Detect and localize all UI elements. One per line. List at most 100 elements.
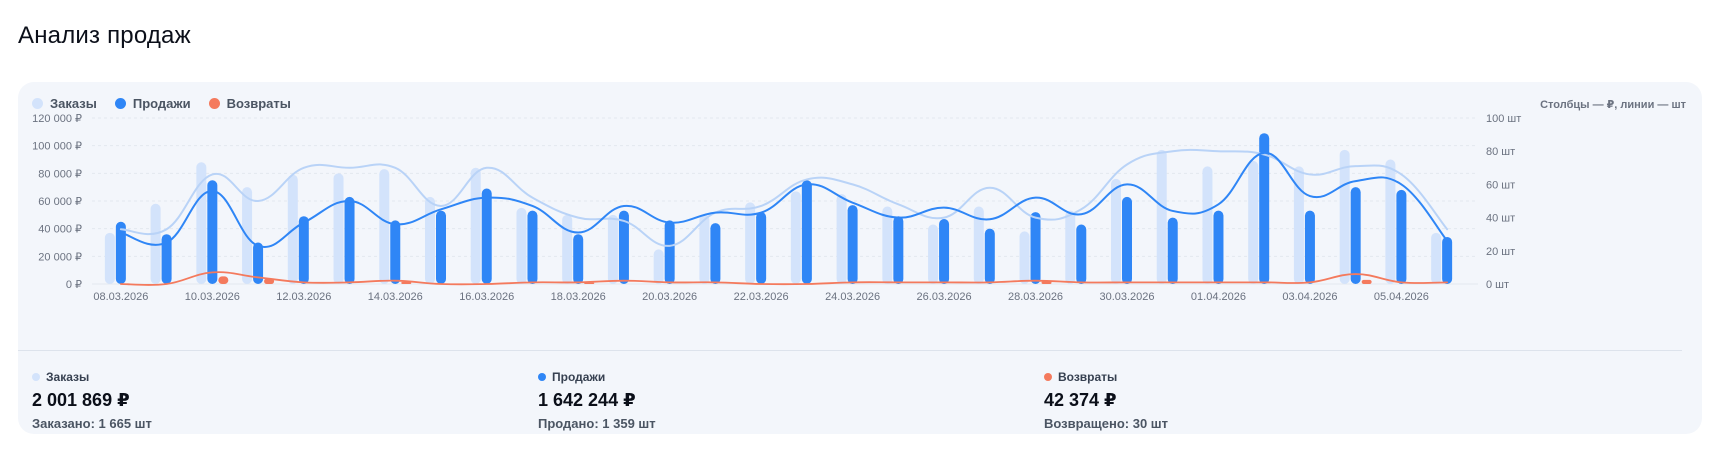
sales-bar: [893, 216, 904, 284]
orders-bar: [790, 191, 801, 284]
page-title: Анализ продаж: [18, 22, 191, 49]
y-left-tick-label: 120 000 ₽: [32, 113, 82, 125]
x-tick-label: 03.04.2026: [1282, 291, 1337, 303]
orders-bar: [1111, 178, 1121, 284]
summary-orders-header: Заказы: [32, 370, 89, 384]
x-tick-label: 22.03.2026: [734, 291, 789, 303]
sales-bar: [344, 196, 355, 284]
y-right-tick-label: 80 шт: [1486, 146, 1515, 158]
summary-returns-value: 42 374 ₽: [1044, 390, 1117, 410]
orders-bar: [470, 167, 481, 284]
orders-bar: [425, 196, 435, 284]
sales-bar: [207, 180, 218, 284]
sales-bar: [847, 205, 858, 284]
summary-sales-value: 1 642 244 ₽: [538, 390, 636, 410]
orders-bar: [562, 214, 573, 284]
summary-orders-count: Заказано: 1 665 шт: [32, 416, 152, 431]
sales-bar: [1122, 196, 1132, 284]
x-tick-label: 16.03.2026: [459, 291, 514, 303]
x-tick-label: 14.03.2026: [368, 291, 423, 303]
sales-dot: [538, 373, 546, 381]
summary-divider: [524, 350, 1050, 351]
summary-returns-label: Возвраты: [1058, 370, 1118, 384]
orders-dot: [32, 373, 40, 381]
orders-bar: [516, 207, 527, 284]
orders-bar: [1156, 149, 1167, 284]
sales-bar: [527, 210, 538, 284]
x-tick-label: 12.03.2026: [276, 291, 331, 303]
orders-bar: [1202, 166, 1213, 284]
summary-sales-header: Продажи: [538, 370, 605, 384]
sales-chart-card: Заказы Продажи Возвраты Столбцы — ₽, лин…: [18, 82, 1702, 434]
returns-dot: [1044, 373, 1052, 381]
sales-bar: [984, 228, 995, 284]
summary-sales-count: Продано: 1 359 шт: [538, 416, 656, 431]
y-left-tick-label: 100 000 ₽: [32, 141, 82, 153]
x-tick-label: 28.03.2026: [1008, 291, 1063, 303]
x-tick-label: 26.03.2026: [917, 291, 972, 303]
returns-line: [119, 271, 1449, 286]
y-right-tick-label: 100 шт: [1486, 113, 1521, 125]
orders-bar: [928, 224, 939, 284]
x-tick-label: 20.03.2026: [642, 291, 697, 303]
orders-bar: [1065, 210, 1076, 284]
y-left-tick-label: 60 000 ₽: [38, 196, 82, 208]
x-tick-label: 10.03.2026: [185, 291, 240, 303]
x-tick-label: 24.03.2026: [825, 291, 880, 303]
sales-bar: [1213, 210, 1224, 284]
x-tick-label: 01.04.2026: [1191, 291, 1246, 303]
summary-returns-count: Возвращено: 30 шт: [1044, 416, 1168, 431]
summary-divider: [18, 350, 544, 351]
summary-orders-label: Заказы: [46, 370, 90, 384]
sales-bar: [436, 210, 446, 284]
orders-bar: [699, 214, 710, 284]
y-left-tick-label: 40 000 ₽: [38, 224, 82, 236]
orders-bar: [333, 173, 344, 284]
returns-bar: [218, 276, 229, 284]
summary-returns-header: Возвраты: [1044, 370, 1117, 384]
summary-panel: Заказы 2 001 869 ₽ Заказано: 1 665 шт Пр…: [18, 350, 1702, 434]
orders-bar: [1431, 232, 1442, 284]
sales-bar: [481, 188, 492, 284]
orders-bar: [379, 169, 390, 284]
sales-bar: [115, 221, 126, 284]
sales-bar: [756, 212, 767, 284]
summary-sales-label: Продажи: [552, 370, 606, 384]
sales-line: [119, 151, 1449, 248]
x-tick-label: 30.03.2026: [1099, 291, 1154, 303]
y-right-tick-label: 0 шт: [1486, 279, 1509, 291]
orders-bar: [882, 206, 893, 284]
sales-bar: [390, 220, 401, 284]
sales-bar: [801, 180, 812, 284]
sales-bar: [298, 216, 309, 284]
orders-bar: [1339, 149, 1350, 284]
summary-divider: [1030, 350, 1682, 351]
x-tick-label: 08.03.2026: [93, 291, 148, 303]
sales-bar: [939, 218, 950, 284]
y-right-tick-label: 20 шт: [1486, 246, 1515, 258]
sales-bar: [1167, 217, 1178, 284]
sales-bar: [573, 234, 584, 284]
x-tick-label: 18.03.2026: [551, 291, 606, 303]
sales-chart: 0 ₽ 20 000 ₽ 40 000 ₽ 60 000 ₽ 80 000 ₽ 100 0…: [32, 113, 1521, 303]
sales-bar: [1030, 212, 1041, 284]
sales-bar: [1396, 189, 1407, 284]
y-right-tick-label: 60 шт: [1486, 179, 1515, 191]
y-left-tick-label: 80 000 ₽: [38, 168, 82, 180]
orders-bar: [104, 232, 115, 284]
orders-bar: [607, 214, 618, 284]
sales-bar: [664, 220, 675, 284]
y-right-tick-label: 40 шт: [1486, 213, 1515, 225]
orders-bar: [836, 194, 847, 284]
y-left-tick-label: 0 ₽: [66, 279, 82, 291]
orders-bar: [196, 162, 207, 284]
sales-bar: [1076, 224, 1087, 284]
sales-bar: [1350, 187, 1361, 284]
sales-bar: [710, 223, 721, 284]
orders-bar: [1248, 160, 1259, 284]
orders-bar: [1019, 231, 1030, 284]
x-tick-label: 05.04.2026: [1374, 291, 1429, 303]
sales-bar: [1442, 236, 1453, 284]
sales-bar: [1304, 210, 1315, 284]
summary-orders-value: 2 001 869 ₽: [32, 390, 130, 410]
